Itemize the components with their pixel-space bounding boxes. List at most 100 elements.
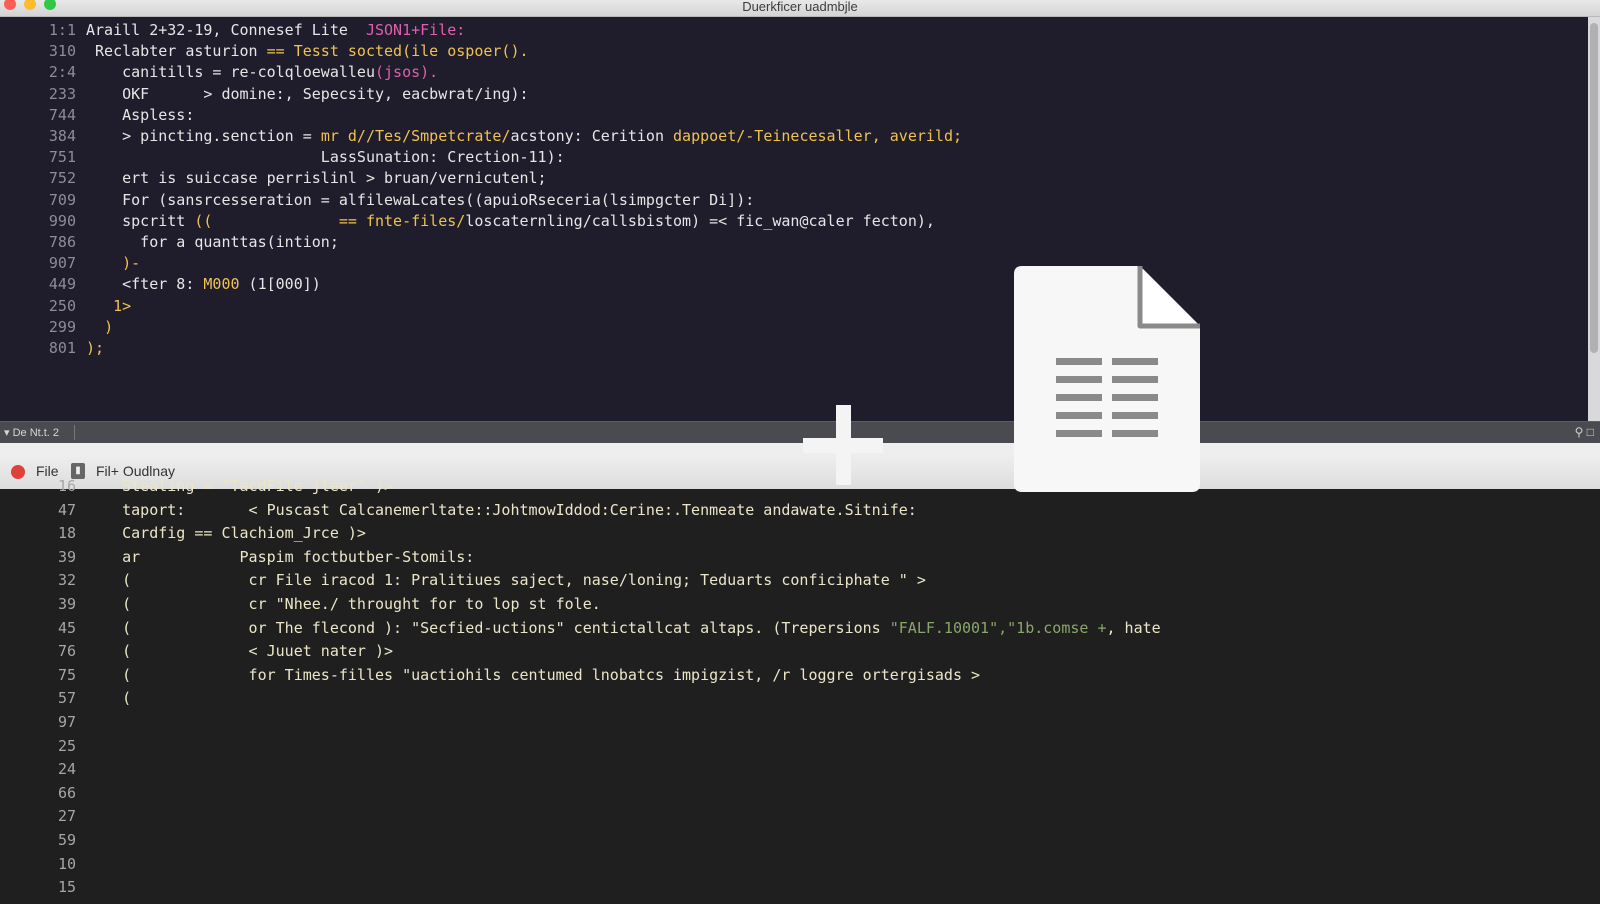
code-text[interactable]: ert is suiccase perrislinl > bruan/verni… — [86, 168, 547, 188]
code-token: mr d//Tes/Smpetcrate/ — [320, 127, 511, 145]
code-token: ert is suiccase perrislinl > bruan/verni… — [86, 169, 547, 188]
line-number: 15 — [57, 878, 76, 897]
top-editor-scrollbar[interactable] — [1588, 17, 1600, 421]
code-token: "FALF.10001","1b.comse + — [889, 618, 1107, 637]
line-number: 233 — [48, 84, 76, 103]
line-number: 25 — [57, 736, 76, 755]
code-token: LassSunation: Crection-11): — [86, 148, 565, 167]
code-token: <fter 8: — [86, 275, 204, 294]
code-text[interactable]: ); — [86, 338, 104, 358]
code-text[interactable]: ) — [86, 317, 113, 337]
line-number: 2:4 — [48, 63, 76, 82]
code-text[interactable]: Steating = "TacdFile jleer" )> — [86, 476, 393, 496]
line-number: 10 — [57, 854, 76, 873]
code-text[interactable]: taport: < Puscast Calcanemerltate::Johtm… — [86, 500, 917, 520]
code-token: ( or The flecond ): "Secfied-uctions" ce… — [86, 618, 890, 637]
code-token: JSON1+File: — [365, 21, 466, 39]
line-number: 907 — [48, 254, 76, 273]
code-text[interactable]: Cardfig == Clachiom_Jrce )> — [86, 523, 366, 543]
document-icon — [1014, 266, 1200, 492]
line-number: 16 — [57, 477, 76, 495]
code-token: (1[000]) — [239, 275, 321, 294]
code-text[interactable]: spcritt (( == fnte-files/loscaternling/c… — [86, 211, 935, 231]
code-text[interactable]: Araill 2+32-19, Connesef Lite JSON1+File… — [86, 20, 465, 40]
code-text[interactable]: LassSunation: Crection-11): — [86, 147, 565, 167]
line-number: 45 — [57, 618, 76, 637]
code-text[interactable]: ( for Times-filles "uactiohils centumed … — [86, 665, 980, 685]
line-number: 744 — [48, 105, 76, 124]
code-token: ( cr File iracod 1: Pralitiues saject, n… — [86, 571, 926, 590]
code-text[interactable]: ( < Juuet nater )> — [86, 641, 393, 661]
line-number: 47 — [57, 500, 76, 519]
code-text[interactable]: ( — [86, 688, 131, 708]
code-token: Cardfig == Clachiom_Jrce — [86, 524, 348, 543]
code-token: ) — [104, 317, 114, 336]
line-number: 990 — [48, 211, 76, 230]
status-divider — [74, 425, 75, 440]
code-token: , hate — [1106, 618, 1161, 637]
status-panel-label[interactable]: ▾ De Nt.t. 2 — [4, 426, 59, 439]
code-token: ( < Juuet nater )> — [86, 642, 394, 661]
close-tab-icon[interactable] — [11, 465, 25, 479]
code-token: taport: < Puscast Calcanemerltate::Johtm… — [86, 500, 917, 519]
line-number: 18 — [57, 524, 76, 543]
code-token: loscaternling/callsbistom) =< fic_wan@ca… — [465, 211, 935, 230]
code-token: 1> — [113, 296, 132, 315]
code-text[interactable]: Aspless: — [86, 105, 194, 125]
line-number: 32 — [57, 571, 76, 590]
code-token: )- — [122, 254, 141, 273]
plus-icon — [803, 405, 883, 485]
code-token: ar Paspim foctbutber-Stomils: — [86, 547, 475, 566]
status-bar: ▾ De Nt.t. 2 ⚲ □ — [0, 421, 1600, 443]
code-token: For (sansrcesseration = alfilewaLcates((… — [86, 190, 755, 209]
code-token: ( for Times-filles "uactiohils centumed … — [86, 665, 981, 684]
code-token: ( cr "Nhee./ throught for to lop st fole… — [86, 595, 601, 613]
code-token: Aspless: — [86, 105, 195, 124]
code-text[interactable]: ( cr File iracod 1: Pralitiues saject, n… — [86, 570, 926, 590]
code-text[interactable]: ( or The flecond ): "Secfied-uctions" ce… — [86, 618, 1161, 638]
line-number: 801 — [48, 339, 76, 357]
code-token: OKF > domine:, Sepecsity, eacbwrat/ing): — [86, 84, 529, 103]
line-number: 75 — [57, 665, 76, 684]
code-token: spcritt — [86, 211, 195, 230]
bottom-code-editor[interactable]: 16 Steating = "TacdFile jleer" )> 47 tapo… — [0, 477, 1600, 904]
code-text[interactable]: ar Paspim foctbutber-Stomils: — [86, 547, 474, 567]
code-text[interactable]: For (sansrcesseration = alfilewaLcates((… — [86, 190, 754, 210]
code-text[interactable]: <fter 8: M000 (1[000]) — [86, 274, 321, 294]
code-text[interactable]: 1> — [86, 296, 131, 316]
code-text[interactable]: OKF > domine:, Sepecsity, eacbwrat/ing): — [86, 84, 529, 104]
code-token: Araill 2+32-19, Connesef Lite — [86, 21, 366, 39]
title-bar: Duerkficer uadmbjle — [0, 0, 1600, 17]
code-text[interactable]: > pincting.senction = mr d//Tes/Smpetcra… — [86, 126, 962, 146]
code-token: for a quanttas(intion; — [86, 233, 339, 251]
line-number: 27 — [57, 807, 76, 826]
line-number: 66 — [57, 783, 76, 802]
code-token: ); — [86, 339, 105, 357]
status-bar-icons[interactable]: ⚲ □ — [1575, 425, 1594, 439]
line-number: 310 — [48, 42, 76, 61]
code-text[interactable]: canitills = re-colqloewalleu(jsos). — [86, 62, 438, 82]
line-number: 97 — [57, 713, 76, 731]
line-number: 709 — [48, 190, 76, 209]
line-number: 752 — [48, 169, 76, 188]
line-number: 299 — [48, 317, 76, 336]
code-token: == Tesst socted(ile ospoer(). — [266, 42, 529, 61]
line-number: 250 — [48, 296, 76, 315]
pane-divider[interactable] — [0, 443, 1600, 455]
code-text[interactable]: )- — [86, 253, 140, 273]
top-code-editor[interactable]: 1:1 Araill 2+32-19, Connesef Lite JSON1+F… — [0, 17, 1588, 421]
code-token: canitills = re-colqloewalleu — [86, 63, 375, 82]
code-text[interactable]: for a quanttas(intion; — [86, 232, 339, 252]
code-token: (jsos). — [374, 63, 439, 82]
code-text[interactable]: ( cr "Nhee./ throught for to lop st fole… — [86, 594, 601, 614]
code-token: > pincting.senction = — [86, 127, 321, 145]
code-token: M000 — [203, 275, 240, 294]
code-token: Reclabter asturion — [86, 42, 267, 61]
code-text[interactable]: Reclabter asturion == Tesst socted(ile o… — [86, 41, 529, 61]
line-number: 384 — [48, 127, 76, 145]
scrollbar-thumb[interactable] — [1590, 23, 1598, 353]
